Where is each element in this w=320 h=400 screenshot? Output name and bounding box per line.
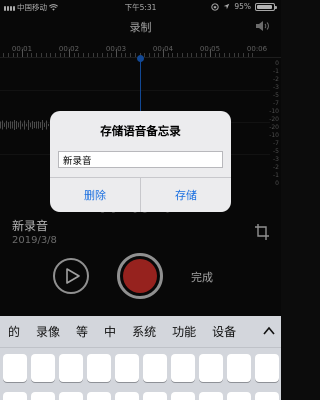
keyboard-key[interactable] [170, 354, 195, 382]
memo-name-input[interactable] [58, 151, 223, 168]
delete-button[interactable]: 删除 [50, 178, 140, 212]
save-memo-dialog: 存储语音备忘录 删除 存储 [50, 111, 231, 212]
candidate-word[interactable]: 的 [0, 323, 28, 340]
keyboard-key[interactable] [114, 392, 139, 400]
keyboard-key[interactable] [30, 392, 55, 400]
chevron-up-icon[interactable] [261, 324, 277, 338]
candidate-word[interactable]: 设备 [204, 323, 244, 340]
keyboard-key[interactable] [226, 354, 251, 382]
dialog-actions: 删除 存储 [50, 177, 231, 212]
candidate-bar: 的录像等中系统 功能 设备 [0, 316, 281, 348]
candidate-word[interactable]: 功能 [164, 323, 204, 340]
keyboard-key[interactable] [58, 354, 83, 382]
key-row [0, 392, 281, 400]
candidate-word[interactable]: 等 [68, 323, 96, 340]
keyboard-key[interactable] [30, 354, 55, 382]
keyboard-key[interactable] [2, 392, 27, 400]
keyboard-key[interactable] [86, 354, 111, 382]
keyboard-key[interactable] [226, 392, 251, 400]
candidate-word[interactable]: 系统 [124, 323, 164, 340]
keyboard-key[interactable] [170, 392, 195, 400]
keyboard-key[interactable] [254, 354, 279, 382]
candidate-word[interactable]: 中 [96, 323, 124, 340]
keyboard-key[interactable] [114, 354, 139, 382]
keyboard-key[interactable] [58, 392, 83, 400]
dialog-title: 存储语音备忘录 [100, 124, 181, 138]
candidate-word[interactable]: 录像 [28, 323, 68, 340]
key-row [0, 354, 281, 382]
keyboard-key[interactable] [2, 354, 27, 382]
keyboard-key[interactable] [142, 392, 167, 400]
keyboard-key[interactable] [86, 392, 111, 400]
keyboard: 的录像等中系统 功能 设备 [0, 316, 281, 400]
keyboard-key[interactable] [198, 354, 223, 382]
keyboard-key[interactable] [254, 392, 279, 400]
keyboard-key[interactable] [142, 354, 167, 382]
keyboard-key[interactable] [198, 392, 223, 400]
save-button[interactable]: 存储 [140, 178, 231, 212]
